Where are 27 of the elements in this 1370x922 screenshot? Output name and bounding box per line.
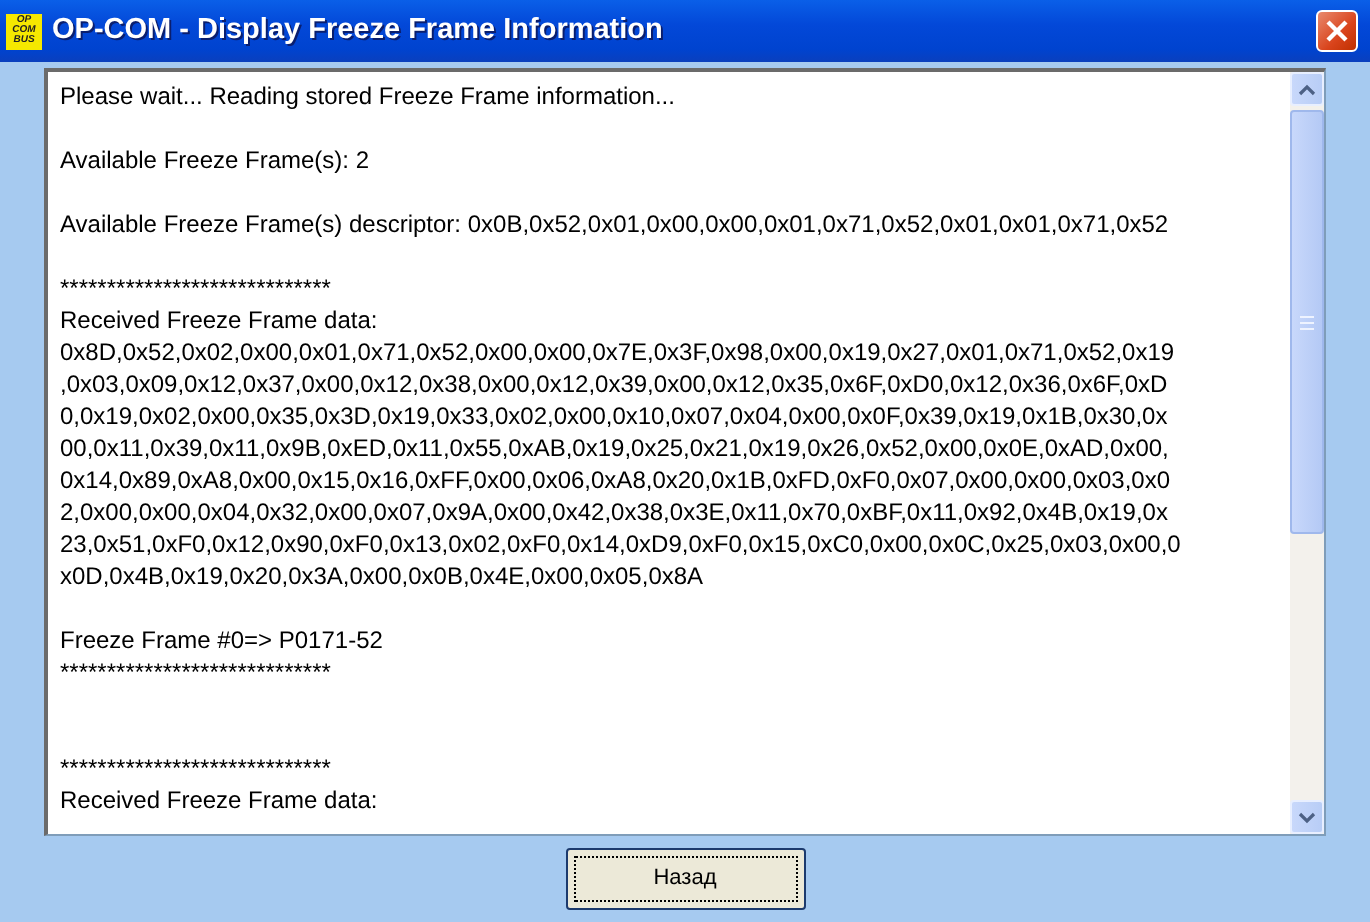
log-line: Freeze Frame #0=> P0171-52 bbox=[60, 624, 383, 656]
grip-icon bbox=[1300, 315, 1314, 329]
log-line: ***************************** bbox=[60, 272, 331, 304]
log-line: 23,0x51,0xF0,0x12,0x90,0xF0,0x13,0x02,0xF0,0x14,0xD9,0xF0,0x15,0xC0,0x00,0x0C,0x25,0x03,0x00,0 bbox=[60, 528, 1181, 560]
log-line: ***************************** bbox=[60, 752, 331, 784]
log-line: Received Freeze Frame data: bbox=[60, 304, 378, 336]
log-line: Available Freeze Frame(s) descriptor: 0x0B,0x52,0x01,0x00,0x00,0x01,0x71,0x52,0x01,0x01,0x71,0x52 bbox=[60, 208, 1169, 240]
close-icon bbox=[1326, 20, 1348, 42]
scroll-thumb[interactable] bbox=[1290, 110, 1324, 534]
scroll-down-button[interactable] bbox=[1290, 800, 1324, 834]
scroll-up-button[interactable] bbox=[1290, 72, 1324, 106]
log-line: ,0x03,0x09,0x12,0x37,0x00,0x12,0x38,0x00,0x12,0x39,0x00,0x12,0x35,0x6F,0xD0,0x12,0x36,0x6F,0xD bbox=[60, 368, 1168, 400]
log-line: Received Freeze Frame data: bbox=[60, 784, 378, 816]
log-line: 00,0x11,0x39,0x11,0x9B,0xED,0x11,0x55,0xAB,0x19,0x25,0x21,0x19,0x26,0x52,0x00,0x0E,0xAD,0x00, bbox=[60, 432, 1169, 464]
close-button[interactable] bbox=[1316, 10, 1358, 52]
log-line: Please wait... Reading stored Freeze Frame information... bbox=[60, 80, 675, 112]
log-line: Available Freeze Frame(s): 2 bbox=[60, 144, 369, 176]
log-line: 0x14,0x89,0xA8,0x00,0x15,0x16,0xFF,0x00,0x06,0xA8,0x20,0x1B,0xFD,0xF0,0x07,0x00,0x00,0x03,0x0 bbox=[60, 464, 1171, 496]
log-line: x0D,0x4B,0x19,0x20,0x3A,0x00,0x0B,0x4E,0x00,0x05,0x8A bbox=[60, 560, 704, 592]
log-line: 0x8D,0x52,0x02,0x00,0x01,0x71,0x52,0x00,0x00,0x7E,0x3F,0x98,0x00,0x19,0x27,0x01,0x71,0x52,0x19 bbox=[60, 336, 1175, 368]
log-text-area[interactable] bbox=[44, 68, 1326, 836]
window-title: OP-COM - Display Freeze Frame Information bbox=[52, 11, 665, 50]
back-button[interactable]: Назад bbox=[565, 848, 805, 910]
log-line: 2,0x00,0x00,0x04,0x32,0x00,0x07,0x9A,0x00,0x42,0x38,0x3E,0x11,0x70,0xBF,0x11,0x92,0x4B,0x19,0x bbox=[60, 496, 1168, 528]
scrollbar[interactable] bbox=[1290, 72, 1324, 834]
log-line: 0,0x19,0x02,0x00,0x35,0x3D,0x19,0x33,0x02,0x00,0x10,0x07,0x04,0x00,0x0F,0x39,0x19,0x1B,0x30,0x bbox=[60, 400, 1168, 432]
log-line: ***************************** bbox=[60, 656, 331, 688]
